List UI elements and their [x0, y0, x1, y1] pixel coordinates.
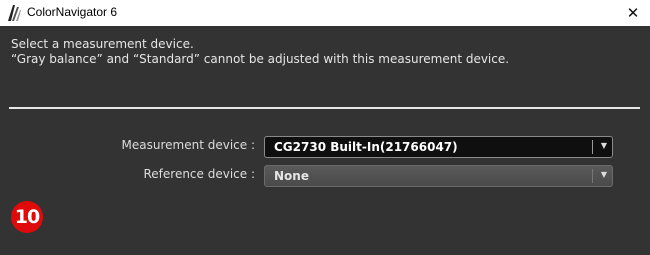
measurement-device-select[interactable]: CG2730 Built-In(21766047) ▼: [264, 136, 613, 158]
dialog-window: ColorNavigator 6 ✕ Select a measurement …: [0, 0, 650, 255]
measurement-device-value: CG2730 Built-In(21766047): [274, 140, 458, 154]
select-separator: [592, 140, 593, 154]
reference-device-select[interactable]: None ▼: [264, 165, 613, 187]
instruction-text: Select a measurement device. “Gray balan…: [11, 37, 509, 67]
reference-device-label: Reference device :: [143, 167, 255, 181]
close-icon: ✕: [626, 4, 640, 22]
divider: [9, 107, 640, 109]
select-separator: [592, 169, 593, 183]
instruction-line: Select a measurement device.: [11, 37, 194, 51]
chevron-down-icon: ▼: [600, 141, 607, 150]
colornavigator-logo-icon: [6, 4, 22, 22]
title-bar: ColorNavigator 6 ✕: [0, 0, 650, 26]
close-button[interactable]: ✕: [616, 0, 650, 26]
step-number-badge: 10: [11, 201, 43, 233]
instruction-line: “Gray balance” and “Standard” cannot be …: [11, 52, 510, 66]
measurement-device-label: Measurement device :: [121, 138, 255, 152]
window-title: ColorNavigator 6: [27, 5, 118, 19]
reference-device-value: None: [274, 169, 309, 183]
chevron-down-icon: ▼: [600, 170, 607, 179]
